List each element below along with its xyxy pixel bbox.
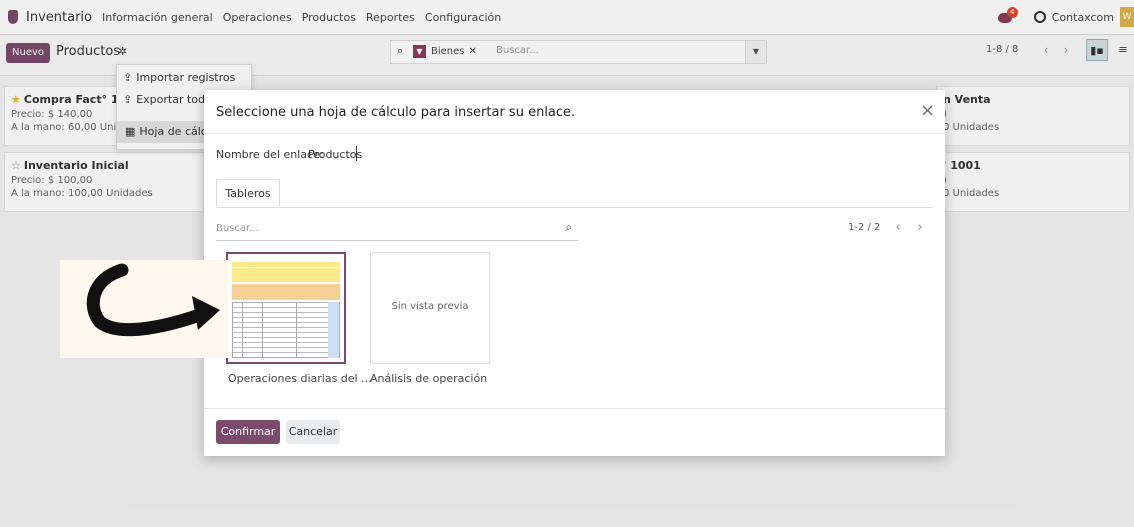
search-icon[interactable]: ⌕ [565, 220, 572, 235]
preview-band [232, 262, 340, 267]
preview-band [232, 268, 340, 282]
dialog-pager[interactable]: 1-2 / 2 [848, 222, 880, 233]
preview-band [232, 284, 340, 300]
dialog-search-input[interactable]: Buscar... [216, 223, 259, 234]
preview-col-highlight [328, 302, 339, 358]
no-preview-text: Sin vista previa [391, 301, 469, 312]
spreadsheet-thumbnail[interactable]: Sin vista previa [370, 252, 490, 364]
preview-grid [232, 302, 340, 358]
thumbnail-label[interactable]: Análisis de operación [370, 372, 487, 385]
preview-col [262, 302, 263, 358]
divider [204, 408, 945, 409]
spreadsheet-dialog: Seleccione una hoja de cálculo para inse… [204, 90, 945, 456]
link-name-input[interactable]: Productos [308, 148, 362, 161]
confirm-button[interactable]: Confirmar [216, 420, 280, 444]
spreadsheet-thumbnail[interactable] [226, 252, 346, 364]
chevron-right-icon[interactable]: › [910, 218, 930, 238]
preview-col [242, 302, 243, 358]
divider [204, 133, 945, 134]
thumbnail-label[interactable]: Operaciones diarias del ... [228, 372, 372, 385]
dialog-search[interactable]: Buscar... ⌕ [216, 220, 578, 241]
preview-col [296, 302, 297, 358]
dialog-title: Seleccione una hoja de cálculo para inse… [216, 105, 576, 120]
text-cursor [356, 146, 357, 161]
tab-tableros[interactable]: Tableros [216, 179, 280, 207]
close-icon[interactable]: × [920, 100, 935, 121]
spreadsheet-preview [232, 258, 340, 358]
cancel-button[interactable]: Cancelar [286, 420, 340, 444]
curved-arrow-icon [86, 263, 220, 337]
chevron-left-icon[interactable]: ‹ [888, 218, 908, 238]
annotation-panel [60, 260, 228, 358]
tab-divider [216, 207, 933, 208]
